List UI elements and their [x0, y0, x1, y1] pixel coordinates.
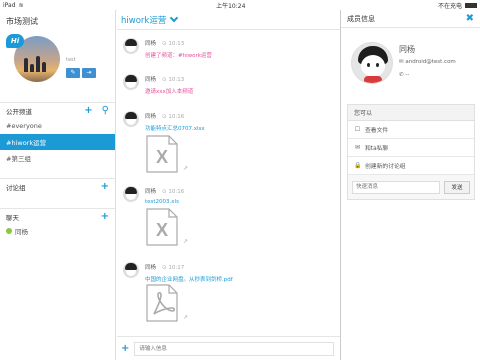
svg-text:X: X — [156, 147, 168, 167]
clock: 上午10:24 — [216, 2, 246, 10]
logout-button[interactable]: ⇥ — [82, 68, 96, 78]
member-info-panel: 成员信息 ✖ 同杨 ✉ android@test.com ✆ -- 您可以 ☐ … — [340, 10, 480, 360]
device-label: iPad — [3, 1, 16, 9]
file-link[interactable]: 中国的企业网盘。从秒表到剑桥.pdf — [145, 275, 233, 283]
online-status-icon — [6, 228, 12, 234]
close-icon[interactable]: ✖ — [466, 13, 474, 24]
svg-text:X: X — [156, 220, 168, 240]
chat-header: 聊天 + — [0, 208, 115, 224]
message-time: 10:17 — [168, 265, 185, 271]
message-sender: 同杨 — [145, 41, 157, 47]
avatar[interactable] — [123, 74, 139, 90]
actions-box: 您可以 ☐ 查看文件 ✉ 和ta私聊 🔒 创建新的讨论组 发送 — [347, 104, 475, 200]
avatar[interactable] — [123, 262, 139, 278]
avatar[interactable] — [123, 186, 139, 202]
battery-status: 不在充电 — [437, 2, 462, 10]
action-label: 查看文件 — [365, 128, 389, 134]
pdf-file-icon[interactable] — [145, 284, 179, 322]
avatar[interactable] — [123, 38, 139, 54]
status-bar: iPad ≋ 上午10:24 不在充电 — [0, 0, 480, 10]
member-name: 同杨 — [399, 45, 415, 54]
actions-title: 您可以 — [348, 105, 474, 121]
hi-logo: Hi — [6, 34, 24, 48]
add-channel-icon[interactable]: + — [84, 105, 92, 116]
file-link[interactable]: 功能特点汇总0707.xlsx — [145, 124, 205, 132]
member-phone-value: -- — [405, 72, 410, 78]
member-email-value: android@test.com — [405, 59, 456, 65]
message-item: 同杨 ⊙ 10:16 功能特点汇总0707.xlsx X ↗ — [123, 111, 333, 181]
channel-title-button[interactable]: hiwork运营 — [117, 10, 340, 30]
quick-message-row: 发送 — [348, 175, 474, 199]
profile-card: Hi test ✎ ⇥ — [0, 30, 115, 102]
message-time: 10:16 — [168, 189, 185, 195]
excel-file-icon[interactable]: X — [145, 135, 179, 173]
panel-title: 成员信息 — [347, 14, 375, 23]
message-input[interactable] — [134, 341, 334, 356]
add-chat-icon[interactable]: + — [101, 211, 109, 222]
wifi-icon: ≋ — [18, 1, 24, 9]
message-text: 创建了频道：#hiwork运营 — [145, 53, 212, 59]
edit-profile-button[interactable]: ✎ — [66, 68, 80, 78]
member-info-header: 成员信息 ✖ — [341, 10, 480, 28]
public-channels-header: 公开频道 + ⚲ — [0, 102, 115, 118]
lock-icon: 🔒 — [354, 162, 362, 169]
message-sender: 同杨 — [145, 265, 157, 271]
message-text: 邀请xxx加入本频道 — [145, 89, 194, 95]
channel-item-hiwork[interactable]: #hiwork运营 — [0, 134, 115, 150]
section-title: 公开频道 — [6, 107, 32, 116]
member-email: ✉ android@test.com — [399, 59, 456, 65]
avatar[interactable] — [123, 111, 139, 127]
message-sender: 同杨 — [145, 114, 157, 120]
file-icon: ☐ — [354, 126, 361, 133]
team-title[interactable]: 市场测试 — [0, 10, 115, 30]
chat-icon: ✉ — [354, 144, 361, 151]
message-item: 同杨 ⊙ 10:16 test2003.xls X ↗ — [123, 186, 333, 256]
message-time: 10:13 — [168, 41, 185, 47]
chevron-down-icon — [170, 13, 179, 23]
action-label: 创建新的讨论组 — [365, 164, 406, 170]
file-link[interactable]: test2003.xls — [145, 199, 179, 205]
private-chat-action[interactable]: ✉ 和ta私聊 — [348, 139, 474, 157]
add-discussion-icon[interactable]: + — [101, 181, 109, 192]
send-button[interactable]: 发送 — [444, 180, 470, 194]
discussion-header: 讨论组 + — [0, 178, 115, 194]
member-phone: ✆ -- — [399, 72, 409, 78]
message-time: 10:16 — [168, 114, 185, 120]
excel-file-icon[interactable]: X — [145, 208, 179, 246]
view-files-action[interactable]: ☐ 查看文件 — [348, 121, 474, 139]
message-sender: 同杨 — [145, 189, 157, 195]
create-discussion-action[interactable]: 🔒 创建新的讨论组 — [348, 157, 474, 175]
chat-user-name: 同杨 — [15, 228, 28, 236]
sidebar: 市场测试 Hi test ✎ ⇥ 公开频道 + ⚲ #everyone #hiw… — [0, 10, 116, 360]
quick-message-input[interactable] — [352, 180, 440, 194]
add-attachment-icon[interactable]: + — [121, 343, 129, 354]
share-icon[interactable]: ↗ — [183, 314, 188, 321]
section-title: 讨论组 — [6, 183, 26, 192]
section-title: 聊天 — [6, 213, 19, 222]
message-composer: + — [117, 336, 340, 360]
channel-item-everyone[interactable]: #everyone — [0, 118, 115, 134]
channel-title: hiwork运营 — [121, 15, 167, 26]
message-item: 同杨 ⊙ 10:17 中国的企业网盘。从秒表到剑桥.pdf ↗ — [123, 262, 333, 332]
chat-panel: hiwork运营 同杨 ⊙ 10:13 创建了频道：#hiwork运营 同杨 ⊙ 1… — [117, 10, 340, 360]
share-icon[interactable]: ↗ — [183, 238, 188, 245]
action-label: 和ta私聊 — [365, 146, 389, 152]
message-time: 10:13 — [168, 77, 185, 83]
channel-item-third-group[interactable]: #第三组 — [0, 150, 115, 166]
chat-user-item[interactable]: 同杨 — [0, 224, 115, 238]
message-sender: 同杨 — [145, 77, 157, 83]
share-icon[interactable]: ↗ — [183, 165, 188, 172]
search-icon[interactable]: ⚲ — [102, 105, 109, 116]
avatar — [351, 42, 393, 84]
profile-name: test — [66, 57, 76, 63]
battery-icon — [464, 2, 477, 8]
